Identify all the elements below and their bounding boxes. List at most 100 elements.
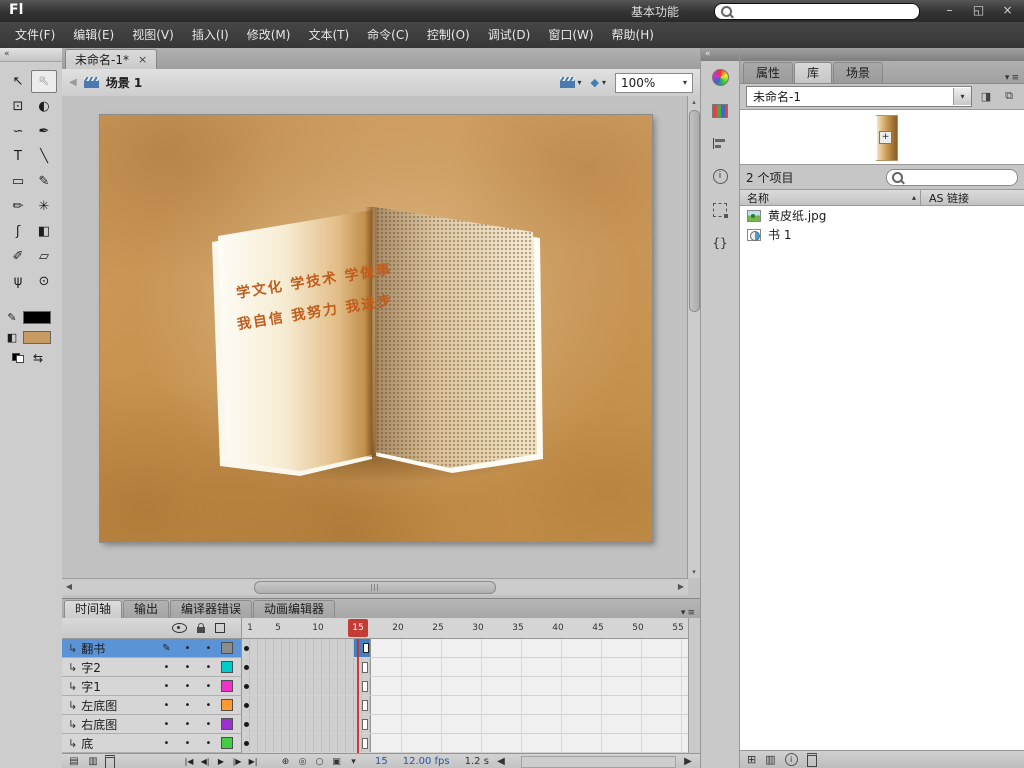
tab-compiler-errors[interactable]: 编译器错误 xyxy=(170,600,252,618)
new-layer-button[interactable]: ▤ xyxy=(67,756,81,767)
item-properties-button[interactable]: i xyxy=(785,753,798,766)
layer-row-zi2[interactable]: ↳ 字2 • • • xyxy=(62,658,700,677)
step-back-button[interactable]: ◀| xyxy=(198,757,212,766)
end-frame-marker[interactable] xyxy=(362,738,368,749)
layer-active-dot[interactable]: • xyxy=(158,719,175,730)
paint-bucket-tool[interactable]: ◧ xyxy=(31,220,57,243)
timeline-right-scroll-strip[interactable] xyxy=(688,618,700,753)
layer-lock-dot[interactable]: • xyxy=(200,738,217,749)
canvas-vertical-scrollbar[interactable]: ▴ ▾ xyxy=(687,96,700,578)
layer-frames-track[interactable] xyxy=(242,677,688,696)
layer-visibility-dot[interactable]: • xyxy=(179,681,196,692)
layer-outline-swatch[interactable] xyxy=(221,699,233,711)
keyframe-dot[interactable] xyxy=(244,722,249,727)
library-search-input[interactable] xyxy=(907,170,1024,185)
layer-visibility-dot[interactable]: • xyxy=(179,662,196,673)
eyedropper-tool[interactable]: ✐ xyxy=(5,245,31,268)
layer-name-cell[interactable]: ↳ 翻书 ✎ • • xyxy=(62,639,242,658)
new-folder-button[interactable]: ▥ xyxy=(86,756,100,767)
delete-item-button[interactable] xyxy=(807,753,817,767)
layer-name-cell[interactable]: ↳ 字2 • • • xyxy=(62,658,242,677)
tab-properties[interactable]: 属性 xyxy=(743,62,793,83)
brush-tool[interactable]: ✏ xyxy=(5,195,31,218)
timeline-panel-menu[interactable]: ▾ ≡ xyxy=(681,608,695,618)
layer-frames-track[interactable] xyxy=(242,696,688,715)
show-hide-layers-icon[interactable] xyxy=(172,623,187,633)
deco-tool[interactable]: ✳ xyxy=(31,195,57,218)
scroll-down-icon[interactable]: ▾ xyxy=(688,566,700,578)
layer-name-cell[interactable]: ↳ 字1 • • • xyxy=(62,677,242,696)
edit-symbol-button[interactable]: ◆ ▾ xyxy=(591,76,606,89)
app-search-input[interactable] xyxy=(737,4,913,19)
layer-name-cell[interactable]: ↳ 右底图 • • • xyxy=(62,715,242,734)
step-forward-button[interactable]: |▶ xyxy=(230,757,244,766)
layer-visibility-dot[interactable]: • xyxy=(179,738,196,749)
swap-colors-icon[interactable]: ⇆ xyxy=(33,351,43,365)
tab-timeline[interactable]: 时间轴 xyxy=(64,600,122,618)
frame-rate-field[interactable]: 12.00 fps xyxy=(403,756,450,767)
zoom-tool[interactable]: ⊙ xyxy=(31,270,57,293)
transform-panel-icon[interactable] xyxy=(701,193,739,226)
back-arrow-icon[interactable]: ◀ xyxy=(69,77,77,88)
stroke-color-swatch[interactable] xyxy=(23,311,51,324)
end-frame-marker[interactable] xyxy=(362,662,368,673)
layer-row-fanshu[interactable]: ↳ 翻书 ✎ • • xyxy=(62,639,700,658)
pin-library-icon[interactable]: ◨ xyxy=(977,90,995,103)
layer-outline-swatch[interactable] xyxy=(221,661,233,673)
pencil-tool[interactable]: ✎ xyxy=(31,170,57,193)
tab-output[interactable]: 输出 xyxy=(123,600,169,618)
go-to-first-frame-button[interactable]: |◀ xyxy=(182,757,196,766)
keyframe-dot[interactable] xyxy=(244,741,249,746)
document-tab-close-icon[interactable]: × xyxy=(138,53,147,66)
modify-markers-icon[interactable]: ▾ xyxy=(347,757,360,767)
free-transform-tool[interactable]: ⊡ xyxy=(5,95,31,118)
tab-library[interactable]: 库 xyxy=(794,62,832,83)
timeline-horizontal-scrollbar[interactable] xyxy=(521,756,676,768)
layer-lock-dot[interactable]: • xyxy=(200,681,217,692)
layer-active-dot[interactable]: • xyxy=(158,738,175,749)
play-button[interactable]: ▶ xyxy=(214,757,228,766)
layer-outline-swatch[interactable] xyxy=(221,718,233,730)
keyframe-dot[interactable] xyxy=(244,646,249,651)
zoom-level-select[interactable]: 100% ▾ xyxy=(615,73,693,93)
pasteboard[interactable]: 学文化 学技术 学做事 我自信 我努力 我进步 xyxy=(62,96,688,578)
layer-out​line-swatch[interactable] xyxy=(221,737,233,749)
layer-active-dot[interactable]: • xyxy=(158,681,175,692)
new-library-panel-icon[interactable]: ⧉ xyxy=(1000,89,1018,103)
column-header-name[interactable]: 名称 xyxy=(740,190,912,206)
vertical-scroll-thumb[interactable] xyxy=(689,110,700,312)
color-panel-icon[interactable] xyxy=(701,61,739,94)
onion-skin-icon[interactable]: ◎ xyxy=(296,757,309,767)
layer-outline-swatch[interactable] xyxy=(221,642,233,654)
frame-span[interactable] xyxy=(242,696,371,714)
layer-outline-swatch[interactable] xyxy=(221,680,233,692)
scroll-up-icon[interactable]: ▴ xyxy=(688,96,700,108)
eraser-tool[interactable]: ▱ xyxy=(31,245,57,268)
fill-color-swatch[interactable] xyxy=(23,331,51,344)
menu-edit[interactable]: 编辑(E) xyxy=(64,22,123,48)
go-to-last-frame-button[interactable]: ▶| xyxy=(246,757,260,766)
minimize-button[interactable]: – xyxy=(935,0,964,20)
layer-frames-track[interactable] xyxy=(242,658,688,677)
menu-text[interactable]: 文本(T) xyxy=(299,22,358,48)
scroll-left-icon[interactable]: ◀ xyxy=(62,579,76,594)
keyframe-dot[interactable] xyxy=(244,684,249,689)
end-frame-marker[interactable] xyxy=(362,681,368,692)
layer-lock-dot[interactable]: • xyxy=(200,643,217,654)
library-item-bitmap[interactable]: 黄皮纸.jpg xyxy=(740,206,1024,225)
info-panel-icon[interactable]: i xyxy=(701,160,739,193)
canvas-horizontal-scrollbar[interactable]: ◀ ▶ xyxy=(62,578,688,595)
layer-frames-track[interactable] xyxy=(242,715,688,734)
swatches-panel-icon[interactable] xyxy=(701,94,739,127)
menu-window[interactable]: 窗口(W) xyxy=(539,22,602,48)
playhead-marker[interactable]: 15 xyxy=(348,619,368,637)
center-frame-icon[interactable]: ⊕ xyxy=(279,757,292,767)
selection-tool[interactable]: ↖ xyxy=(5,70,31,93)
timeline-scroll-right-icon[interactable]: ▶ xyxy=(681,756,695,767)
layer-visibility-dot[interactable]: • xyxy=(179,719,196,730)
layer-row-zi1[interactable]: ↳ 字1 • • • xyxy=(62,677,700,696)
layer-visibility-dot[interactable]: • xyxy=(179,643,196,654)
document-tab[interactable]: 未命名-1* × xyxy=(65,49,157,69)
close-button[interactable]: × xyxy=(993,0,1022,20)
layer-row-youditu[interactable]: ↳ 右底图 • • • xyxy=(62,715,700,734)
